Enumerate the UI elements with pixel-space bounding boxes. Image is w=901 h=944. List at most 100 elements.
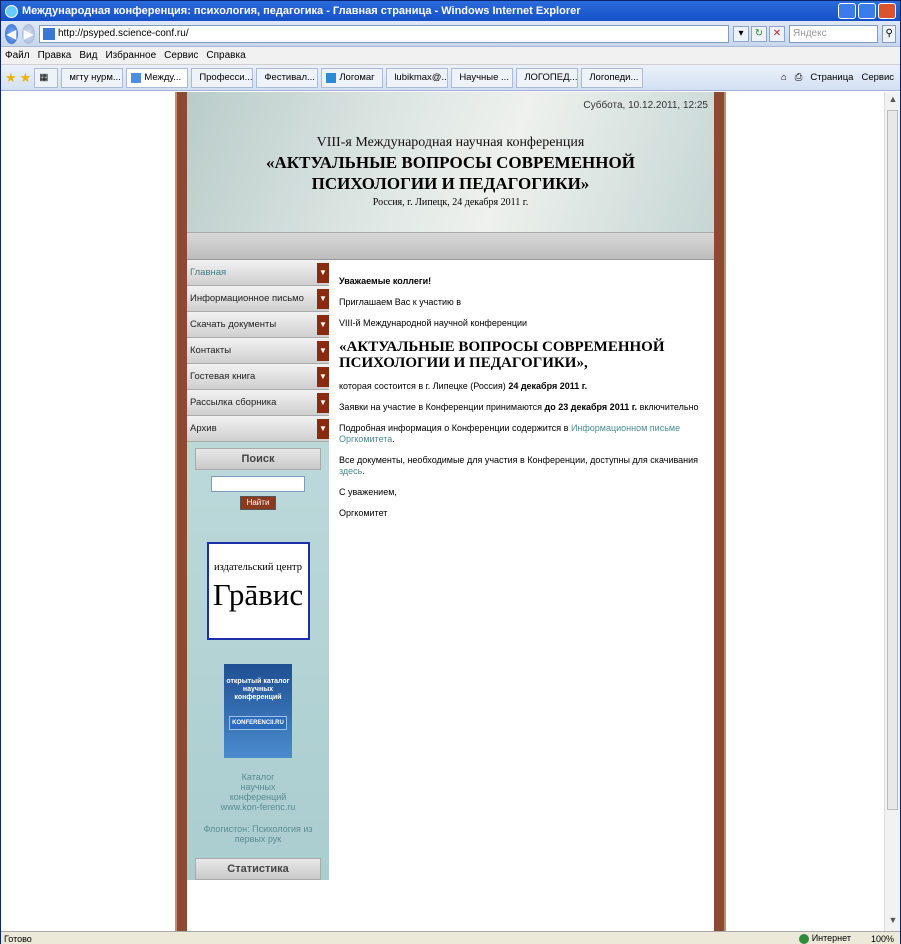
header-title: «АКТУАЛЬНЫЕ ВОПРОСЫ СОВРЕМЕННОЙ ПСИХОЛОГ… — [187, 152, 714, 194]
nav-item-mailing[interactable]: Рассылка сборника ▼ — [187, 390, 329, 416]
zone-indicator: Интернет — [798, 933, 851, 944]
konferencii-banner-text: открытый каталог научных конференций — [226, 678, 290, 701]
site-search-input[interactable] — [211, 476, 305, 492]
search-section-title: Поиск — [195, 448, 321, 470]
home-icon[interactable]: ⌂ — [781, 72, 787, 83]
flogiston-link[interactable]: Флогистон: Психология из первых рук — [187, 824, 329, 844]
scroll-down-icon[interactable]: ▼ — [886, 915, 900, 929]
service-menu[interactable]: Сервис — [861, 72, 894, 83]
tab-bar: ★ ★ ▦ мгту нурм... Между... Професси... … — [1, 65, 900, 91]
chevron-down-icon: ▼ — [317, 288, 329, 309]
site-header: Суббота, 10.12.2011, 12:25 VIII-я Междун… — [187, 92, 714, 232]
tab-6[interactable]: lubikmax@... — [386, 67, 449, 88]
dropdown-icon[interactable]: ▾ — [732, 25, 749, 42]
vertical-scrollbar[interactable]: ▲ ▼ — [884, 92, 900, 931]
page-menu[interactable]: Страница — [810, 72, 853, 83]
docs-text: Все документы, необходимые для участия в… — [339, 455, 699, 476]
search-input[interactable]: Яндекс — [788, 24, 879, 43]
quick-tabs-button[interactable]: ▦ — [34, 67, 59, 88]
tab-4[interactable]: Фестивал... — [256, 67, 319, 88]
window-title: Международная конференция: психология, п… — [22, 5, 581, 17]
header-date: Суббота, 10.12.2011, 12:25 — [583, 100, 708, 111]
header-divider-bar — [187, 232, 714, 260]
nav-item-contacts[interactable]: Контакты ▼ — [187, 338, 329, 364]
menu-file[interactable]: Файл — [5, 50, 30, 61]
header-title-line2: ПСИХОЛОГИИ И ПЕДАГОГИКИ» — [311, 174, 590, 193]
header-title-line1: «АКТУАЛЬНЫЕ ВОПРОСЫ СОВРЕМЕННОЙ — [266, 153, 635, 172]
download-here-link[interactable]: здесь — [339, 466, 362, 476]
gravis-banner[interactable]: издательский центр Грāвис — [206, 542, 310, 640]
konferencii-banner-site: KONFERENCII.RU — [229, 716, 287, 730]
tab-9[interactable]: Логопеди... — [581, 67, 644, 88]
globe-icon — [798, 933, 809, 944]
zoom-level[interactable]: 100% — [871, 934, 894, 944]
print-icon[interactable]: ⎙ — [795, 72, 803, 83]
nav-item-home[interactable]: Главная ▼ — [187, 260, 329, 286]
status-text: Готово — [4, 933, 32, 944]
chevron-down-icon: ▼ — [317, 314, 329, 335]
web-content: Суббота, 10.12.2011, 12:25 VIII-я Междун… — [1, 92, 886, 931]
menu-help[interactable]: Справка — [206, 50, 245, 61]
ie-icon — [5, 4, 18, 18]
gravis-banner-logo: Грāвис — [212, 577, 304, 612]
scroll-thumb[interactable] — [887, 110, 898, 810]
site-favicon-icon — [42, 27, 55, 40]
greeting: Уважаемые коллеги! — [339, 276, 432, 286]
menu-favorites[interactable]: Избранное — [105, 50, 156, 61]
invite-text: Приглашаем Вас к участию в — [339, 297, 462, 307]
info-text: Подробная информация о Конференции содер… — [339, 423, 681, 444]
address-bar: ◀ ▶ http://psyped.science-conf.ru/ ▾ ↻ ✕… — [1, 21, 900, 47]
konferencii-banner[interactable]: открытый каталог научных конференций KON… — [224, 664, 292, 758]
header-subtitle: VIII-я Международная научная конференция — [316, 135, 585, 150]
scroll-up-icon[interactable]: ▲ — [886, 94, 900, 108]
command-bar: ⌂ ⎙ Страница Сервис — [781, 72, 900, 83]
location-text: которая состоится в г. Липецке (Россия) … — [339, 381, 588, 391]
stop-icon[interactable]: ✕ — [768, 25, 785, 42]
search-icon[interactable]: ⚲ — [882, 24, 897, 43]
menu-view[interactable]: Вид — [79, 50, 97, 61]
menu-edit[interactable]: Правка — [38, 50, 72, 61]
nav-item-archive[interactable]: Архив ▼ — [187, 416, 329, 442]
nav-item-info-letter[interactable]: Информационное письмо ▼ — [187, 286, 329, 312]
site-page: Суббота, 10.12.2011, 12:25 VIII-я Междун… — [177, 92, 724, 931]
back-button[interactable]: ◀ — [5, 23, 18, 44]
chevron-down-icon: ▼ — [317, 366, 329, 387]
chevron-down-icon: ▼ — [317, 418, 329, 439]
address-tools: ▾ ↻ ✕ — [732, 25, 785, 42]
main-content: Уважаемые коллеги! Приглашаем Вас к учас… — [329, 260, 714, 880]
url-field[interactable]: http://psyped.science-conf.ru/ — [38, 24, 729, 43]
tab-3[interactable]: Професси... — [191, 67, 254, 88]
tab-5[interactable]: Логомаг — [321, 67, 384, 88]
tab-2[interactable]: Между... — [126, 67, 189, 88]
gravis-banner-line1: издательский центр — [213, 562, 303, 573]
status-bar: Готово Интернет 100% — [1, 931, 900, 944]
chevron-down-icon: ▼ — [317, 262, 329, 283]
window-controls — [838, 3, 896, 19]
chevron-down-icon: ▼ — [317, 392, 329, 413]
title-bar: Международная конференция: психология, п… — [1, 1, 900, 21]
nav-item-download[interactable]: Скачать документы ▼ — [187, 312, 329, 338]
forward-button[interactable]: ▶ — [21, 23, 35, 44]
regards-text: С уважением, — [339, 487, 397, 497]
maximize-button[interactable] — [858, 3, 876, 19]
add-favorite-icon[interactable]: ★ — [20, 70, 32, 86]
conference-text: VIII-й Международной научной конференции — [339, 318, 528, 328]
favorites-star-icon[interactable]: ★ — [5, 70, 17, 86]
stats-section-title: Статистика — [195, 858, 321, 880]
site-search-button[interactable]: Найти — [240, 496, 276, 510]
browser-window: Международная конференция: психология, п… — [0, 0, 901, 944]
catalog-link[interactable]: Каталог научных конференций www.kon-fere… — [187, 772, 329, 812]
close-button[interactable] — [878, 3, 896, 19]
refresh-icon[interactable]: ↻ — [750, 25, 767, 42]
left-sidebar: Главная ▼ Информационное письмо ▼ Скачать … — [187, 260, 329, 880]
signature-text: Оргкомитет — [339, 508, 388, 518]
chevron-down-icon: ▼ — [317, 340, 329, 361]
header-place: Россия, г. Липецк, 24 декабря 2011 г. — [372, 197, 529, 208]
menu-tools[interactable]: Сервис — [164, 50, 198, 61]
nav-item-guestbook[interactable]: Гостевая книга ▼ — [187, 364, 329, 390]
conference-title: «АКТУАЛЬНЫЕ ВОПРОСЫ СОВРЕМЕННОЙ ПСИХОЛОГ… — [339, 339, 665, 371]
tab-7[interactable]: Научные ... — [451, 67, 514, 88]
minimize-button[interactable] — [838, 3, 856, 19]
tab-1[interactable]: мгту нурм... — [61, 67, 124, 88]
tab-8[interactable]: ЛОГОПЕД... — [516, 67, 579, 88]
